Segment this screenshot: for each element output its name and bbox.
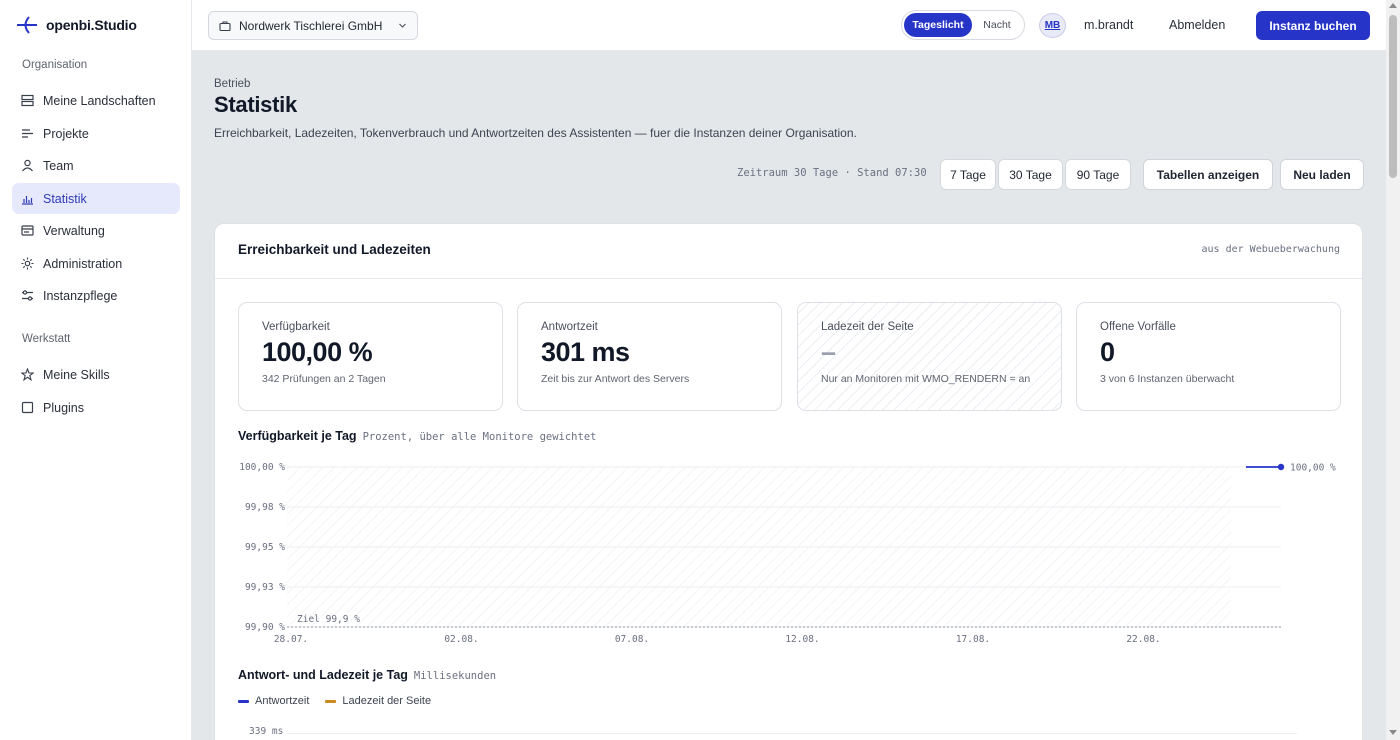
scroll-thumb[interactable] bbox=[1389, 15, 1397, 178]
page-description: Erreichbarkeit, Ladezeiten, Tokenverbrau… bbox=[214, 126, 857, 140]
sidebar-item-label: Meine Landschaften bbox=[43, 93, 156, 108]
sidebar-item-label: Team bbox=[43, 158, 74, 173]
brand[interactable]: openbi.Studio bbox=[16, 14, 137, 36]
y-tick-label: 99,95 % bbox=[245, 542, 285, 553]
x-tick-label: 22.08. bbox=[1126, 634, 1160, 645]
legend-swatch bbox=[325, 699, 337, 703]
y-tick-label: 100,00 % bbox=[239, 462, 285, 473]
reload-button[interactable]: Neu laden bbox=[1280, 159, 1364, 190]
sidebar-item-administration[interactable]: Administration bbox=[12, 248, 180, 279]
x-tick-label: 12.08. bbox=[785, 634, 819, 645]
logout-link[interactable]: Abmelden bbox=[1169, 18, 1225, 32]
section-title-text: Antwort- und Ladezeit je Tag bbox=[238, 668, 408, 682]
sidebar-item-statistik[interactable]: Statistik bbox=[12, 183, 180, 214]
x-tick-label: 28.07. bbox=[274, 634, 308, 645]
scroll-up-icon[interactable] bbox=[1389, 3, 1397, 8]
chevron-down-icon bbox=[399, 23, 406, 28]
response-y-tick: 339 ms bbox=[249, 726, 284, 737]
chart-icon bbox=[21, 192, 34, 205]
avatar[interactable]: MB bbox=[1039, 13, 1066, 38]
sidebar-item-verwaltung[interactable]: Verwaltung bbox=[12, 215, 180, 246]
scroll-down-icon[interactable] bbox=[1389, 730, 1397, 735]
sidebar-item-label: Administration bbox=[43, 256, 123, 271]
range-90-days-button[interactable]: 90 Tage bbox=[1065, 159, 1131, 190]
data-point bbox=[1277, 463, 1285, 471]
plugin-icon bbox=[21, 401, 34, 414]
range-selector: 7 Tage 30 Tage 90 Tage bbox=[940, 159, 1131, 190]
sidebar: openbi.Studio Organisation Meine Landsch… bbox=[0, 0, 192, 740]
show-tables-button[interactable]: Tabellen anzeigen bbox=[1143, 159, 1273, 190]
legend-label: Antwortzeit bbox=[255, 695, 310, 707]
x-tick-label: 17.08. bbox=[956, 634, 990, 645]
landscapes-icon bbox=[21, 94, 34, 107]
range-30-days-button[interactable]: 30 Tage bbox=[998, 159, 1063, 190]
sidebar-item-label: Projekte bbox=[43, 126, 89, 141]
org-selector-label: Nordwerk Tischlerei GmbH bbox=[239, 18, 383, 33]
sidebar-item-team[interactable]: Team bbox=[12, 150, 180, 181]
availability-chart: 100,00 % 99,98 % 99,95 % 99,93 % 99,90 % Ziel… bbox=[239, 462, 1336, 645]
y-tick-label: 99,98 % bbox=[245, 502, 285, 513]
book-instance-button[interactable]: Instanz buchen bbox=[1256, 11, 1370, 40]
sidebar-item-plugins[interactable]: Plugins bbox=[12, 392, 180, 423]
sidebar-item-label: Instanzpflege bbox=[43, 288, 118, 303]
sidebar-item-label: Statistik bbox=[43, 191, 87, 206]
username: m.brandt bbox=[1084, 18, 1134, 32]
y-tick-label: 99,90 % bbox=[245, 622, 285, 633]
section-hint: Millisekunden bbox=[413, 670, 497, 682]
response-chart-legend: Antwortzeit Ladezeit der Seite bbox=[238, 695, 431, 707]
page-title: Statistik bbox=[214, 92, 297, 117]
series-end-label: 100,00 % bbox=[1290, 463, 1336, 474]
briefcase-icon bbox=[219, 20, 231, 31]
projects-icon bbox=[21, 127, 34, 140]
team-icon bbox=[21, 159, 34, 172]
admin-panel-icon bbox=[21, 224, 34, 237]
nav-section-werkstatt: Werkstatt bbox=[22, 333, 71, 345]
sidebar-item-label: Verwaltung bbox=[43, 223, 105, 238]
sidebar-item-landscapes[interactable]: Meine Landschaften bbox=[12, 85, 180, 116]
range-7-days-button[interactable]: 7 Tage bbox=[940, 159, 996, 190]
y-tick-label: 99,93 % bbox=[245, 582, 285, 593]
logo-icon bbox=[17, 16, 37, 34]
topbar: Nordwerk Tischlerei GmbH Tageslicht Nach… bbox=[192, 0, 1400, 51]
sidebar-item-projects[interactable]: Projekte bbox=[12, 118, 180, 149]
legend-label: Ladezeit der Seite bbox=[342, 695, 432, 707]
period-info: Zeitraum 30 Tage · Stand 07:30 bbox=[737, 167, 927, 179]
app-name: openbi.Studio bbox=[46, 17, 137, 33]
page-scrollbar[interactable] bbox=[1386, 0, 1400, 740]
target-line-label: Ziel 99,9 % bbox=[297, 614, 360, 625]
sidebar-item-skills[interactable]: Meine Skills bbox=[12, 359, 180, 390]
legend-swatch bbox=[238, 699, 249, 703]
availability-card: Erreichbarkeit und Ladezeiten aus der We… bbox=[214, 223, 1363, 740]
nav-section-organisation: Organisation bbox=[22, 59, 88, 71]
legend-item-response[interactable]: Antwortzeit bbox=[238, 695, 309, 707]
sidebar-item-label: Plugins bbox=[43, 400, 84, 415]
sidebar-item-label: Meine Skills bbox=[43, 367, 110, 382]
response-gridline bbox=[287, 733, 1297, 734]
theme-toggle: Tageslicht Nacht bbox=[901, 10, 1025, 40]
x-tick-label: 07.08. bbox=[615, 634, 649, 645]
sidebar-item-instanzpflege[interactable]: Instanzpflege bbox=[12, 280, 180, 311]
x-tick-label: 02.08. bbox=[444, 634, 478, 645]
gear-icon bbox=[21, 257, 34, 270]
page-eyebrow: Betrieb bbox=[214, 78, 251, 90]
legend-item-page-load[interactable]: Ladezeit der Seite bbox=[325, 695, 431, 707]
star-icon bbox=[21, 368, 34, 381]
theme-light-option[interactable]: Tageslicht bbox=[904, 13, 972, 37]
response-chart-title: Antwort- und Ladezeit je Tag Millisekunde… bbox=[238, 668, 496, 682]
org-selector[interactable]: Nordwerk Tischlerei GmbH bbox=[208, 11, 418, 40]
sliders-icon bbox=[21, 289, 34, 302]
theme-dark-option[interactable]: Nacht bbox=[972, 13, 1022, 37]
